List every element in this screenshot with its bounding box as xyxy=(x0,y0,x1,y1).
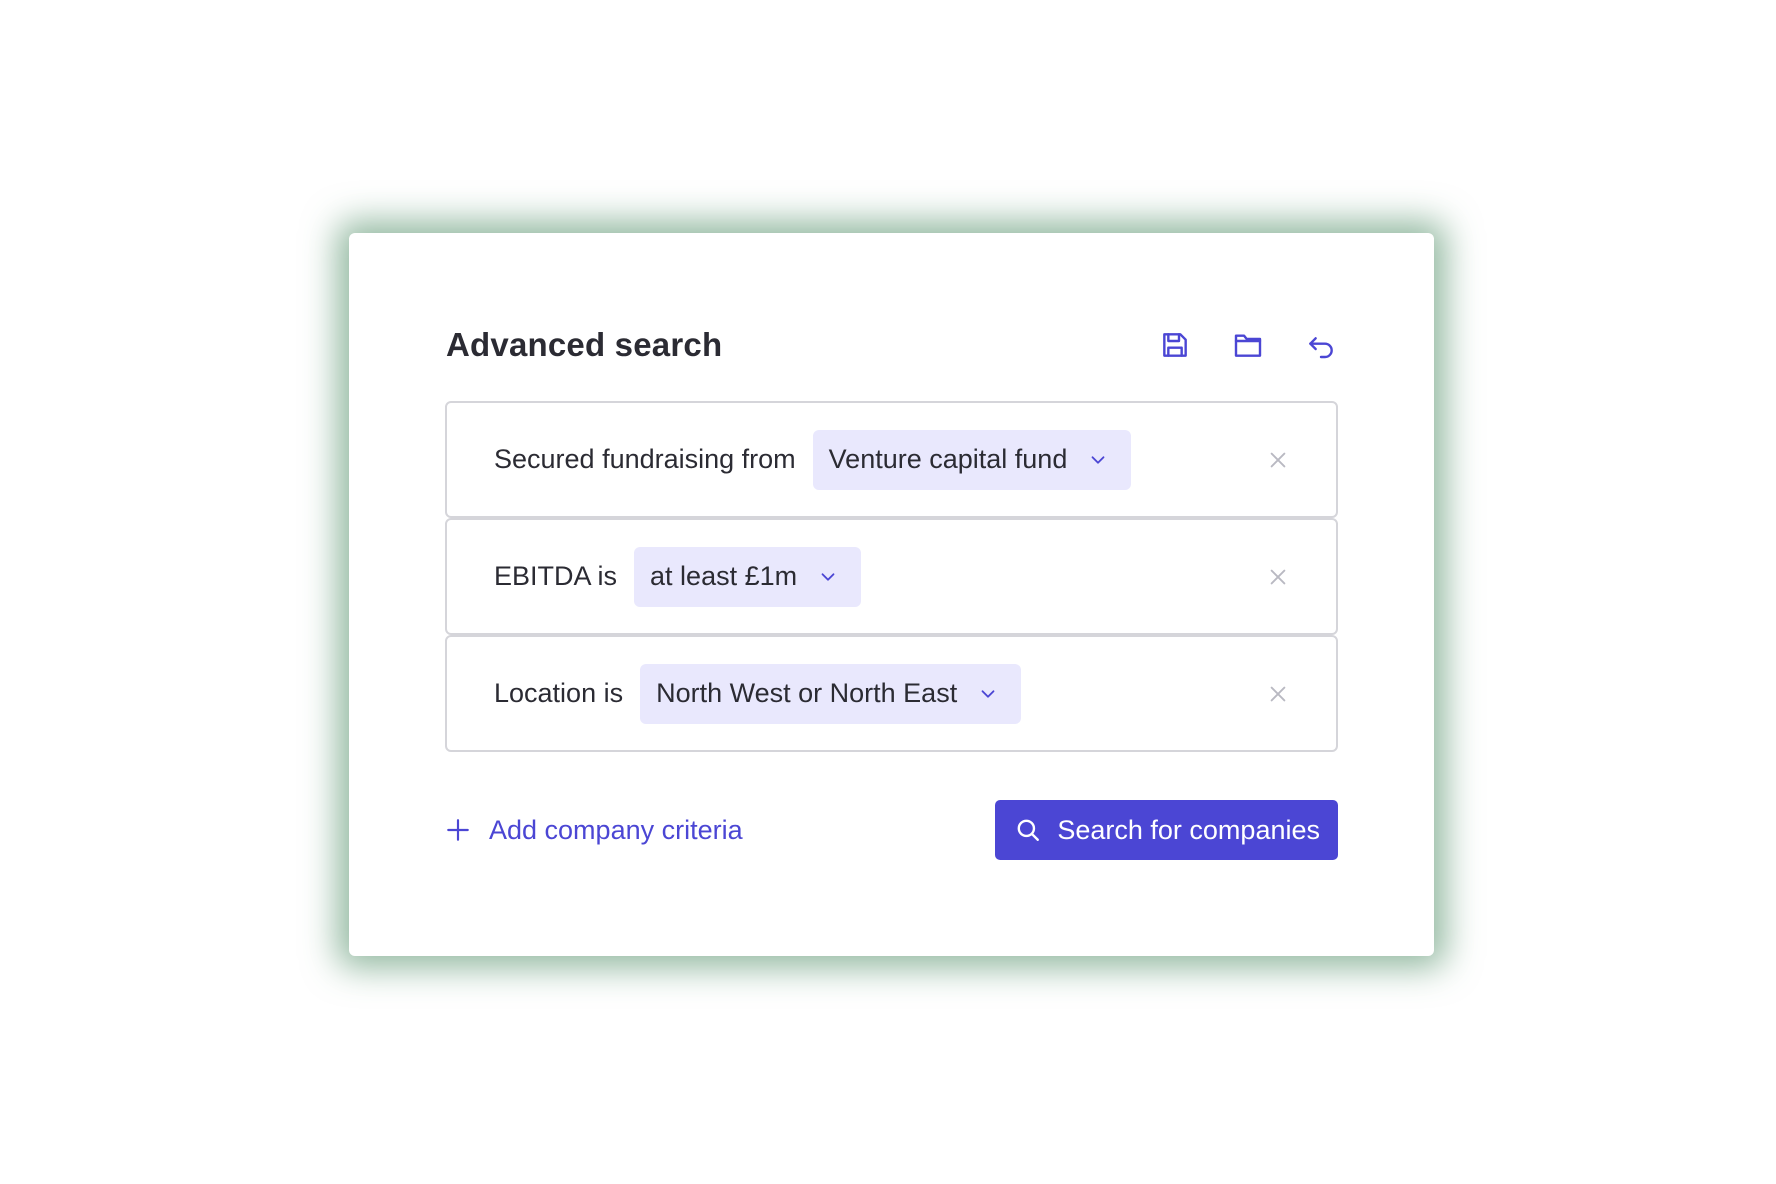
close-icon xyxy=(1270,686,1286,701)
advanced-search-panel: Advanced search Secured fundraising from… xyxy=(349,233,1434,956)
folder-icon xyxy=(1234,334,1262,357)
undo-icon xyxy=(1309,337,1333,359)
criteria-list: Secured fundraising from Venture capital… xyxy=(445,401,1338,752)
search-icon xyxy=(1015,817,1041,843)
page-title: Advanced search xyxy=(446,326,723,363)
dropdown-value: North West or North East xyxy=(656,678,958,708)
close-icon xyxy=(1270,569,1286,584)
search-button-label: Search for companies xyxy=(1057,814,1320,845)
dropdown-value: Venture capital fund xyxy=(828,444,1068,474)
search-for-companies-button[interactable]: Search for companies xyxy=(995,800,1338,860)
chevron-down-icon xyxy=(1087,449,1109,471)
add-company-criteria-button[interactable]: Add company criteria xyxy=(445,800,743,860)
page: Advanced search Secured fundraising from… xyxy=(0,0,1776,1184)
criterion-row: EBITDA is at least £1m xyxy=(445,518,1338,635)
remove-criterion-button[interactable] xyxy=(1264,680,1292,708)
remove-criterion-button[interactable] xyxy=(1264,446,1292,474)
criterion-label: EBITDA is xyxy=(494,561,618,591)
criterion-value-dropdown[interactable]: at least £1m xyxy=(634,546,862,607)
remove-criterion-button[interactable] xyxy=(1264,563,1292,591)
chevron-down-icon xyxy=(817,566,839,588)
criterion-value-dropdown[interactable]: Venture capital fund xyxy=(812,429,1132,490)
criterion-row: Secured fundraising from Venture capital… xyxy=(445,401,1338,518)
panel-header: Advanced search xyxy=(446,321,1339,369)
plus-icon xyxy=(445,817,471,843)
close-icon xyxy=(1270,452,1286,467)
add-criteria-label: Add company criteria xyxy=(489,814,743,845)
header-toolbar xyxy=(1157,325,1339,365)
open-saved-search-button[interactable] xyxy=(1230,327,1266,363)
criterion-row: Location is North West or North East xyxy=(445,635,1338,752)
criterion-value-dropdown[interactable]: North West or North East xyxy=(640,663,1022,724)
dropdown-value: at least £1m xyxy=(650,561,798,591)
reset-search-button[interactable] xyxy=(1303,327,1339,363)
criterion-label: Location is xyxy=(494,678,624,708)
chevron-down-icon xyxy=(977,683,999,705)
save-icon xyxy=(1163,333,1187,357)
save-search-button[interactable] xyxy=(1157,327,1193,363)
panel-footer: Add company criteria Search for companie… xyxy=(445,800,1338,860)
criterion-label: Secured fundraising from xyxy=(494,444,796,474)
